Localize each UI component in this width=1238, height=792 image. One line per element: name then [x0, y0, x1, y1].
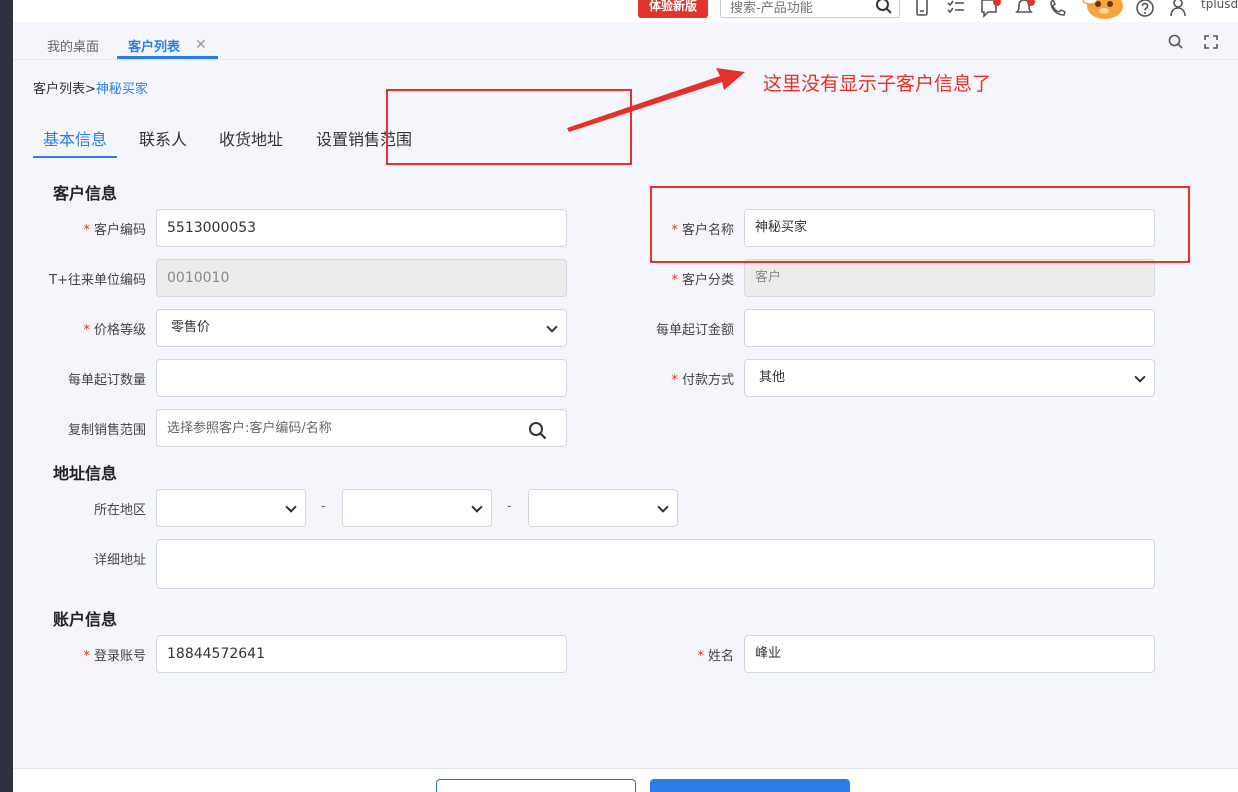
- tab-my-desktop[interactable]: 我的桌面: [47, 36, 99, 55]
- login-account-input[interactable]: 18844572641: [156, 635, 567, 673]
- breadcrumb-parent[interactable]: 客户列表>: [33, 82, 96, 97]
- payment-method-value: 其他: [759, 370, 786, 385]
- cancel-button[interactable]: [436, 779, 636, 792]
- customer-code-label: * 客户编码: [83, 223, 146, 238]
- breadcrumb-current: 神秘买家: [95, 82, 148, 97]
- customer-category-label: * 客户分类: [671, 273, 734, 288]
- section-address-info: 地址信息: [53, 464, 118, 483]
- phone-icon[interactable]: [1048, 0, 1068, 22]
- section-customer-info: 客户信息: [53, 184, 118, 203]
- fullscreen-icon[interactable]: [1203, 34, 1219, 54]
- district-select[interactable]: [528, 489, 678, 527]
- customer-code-input[interactable]: 5513000053: [156, 209, 567, 247]
- login-account-label: * 登录账号: [83, 649, 146, 664]
- province-select[interactable]: [156, 489, 306, 527]
- payment-method-select[interactable]: 其他: [744, 359, 1155, 397]
- notification-bell-icon[interactable]: [1013, 0, 1035, 22]
- copy-sales-scope-input[interactable]: 选择参照客户:客户编码/名称: [156, 409, 567, 447]
- person-name-input[interactable]: 峰业: [744, 635, 1155, 673]
- region-label: 所在地区: [93, 503, 146, 518]
- min-order-amount-input[interactable]: [744, 309, 1155, 347]
- person-name-label: * 姓名: [697, 649, 734, 664]
- payment-method-label: * 付款方式: [671, 373, 734, 388]
- active-tab-underline: [117, 56, 218, 59]
- message-icon[interactable]: [980, 0, 1002, 22]
- tplus-unit-code-input: 0010010: [156, 259, 567, 297]
- tab-close-icon[interactable]: ✕: [195, 37, 207, 53]
- username-label[interactable]: tplusd.: [1201, 0, 1238, 11]
- price-level-value: 零售价: [171, 320, 211, 335]
- customer-category-input: 客户: [744, 259, 1155, 297]
- annotation-box-customer-name: [650, 186, 1190, 263]
- price-level-select[interactable]: 零售价: [156, 309, 567, 347]
- help-icon[interactable]: [1135, 0, 1155, 22]
- search-icon[interactable]: [1168, 34, 1184, 54]
- breadcrumb: 客户列表>神秘买家: [33, 78, 148, 97]
- min-order-amount-label: 每单起订金额: [655, 323, 734, 338]
- region-separator: -: [507, 499, 512, 514]
- user-icon[interactable]: [1169, 0, 1187, 22]
- tplus-unit-code-label: T+往来单位编码: [49, 273, 146, 288]
- save-button[interactable]: [650, 779, 850, 792]
- product-search-box[interactable]: [720, 0, 900, 19]
- detail-address-textarea[interactable]: [156, 539, 1155, 589]
- subtab-contacts[interactable]: 联系人: [139, 126, 187, 150]
- subtab-basic-info[interactable]: 基本信息: [43, 126, 107, 150]
- chevron-down-icon: [657, 490, 669, 526]
- chevron-down-icon: [285, 490, 297, 526]
- active-subtab-underline: [33, 156, 117, 158]
- product-search-input[interactable]: [721, 0, 861, 19]
- search-icon[interactable]: [875, 0, 893, 19]
- mobile-icon[interactable]: [914, 0, 930, 22]
- page-tab-strip: 我的桌面 客户列表 ✕: [13, 30, 1238, 60]
- chevron-down-icon: [1134, 360, 1146, 396]
- tab-customer-list[interactable]: 客户列表: [128, 36, 180, 55]
- min-order-qty-label: 每单起订数量: [67, 373, 146, 388]
- footer-bar: [13, 768, 1238, 792]
- search-icon[interactable]: [528, 419, 548, 446]
- annotation-arrow: [567, 68, 745, 132]
- region-separator: -: [321, 499, 326, 514]
- min-order-qty-input[interactable]: [156, 359, 567, 397]
- try-new-version-button[interactable]: 体验新版: [638, 0, 708, 18]
- annotation-note: 这里没有显示子客户信息了: [763, 73, 992, 95]
- city-select[interactable]: [342, 489, 492, 527]
- copy-sales-scope-label: 复制销售范围: [67, 423, 146, 438]
- chevron-down-icon: [546, 310, 558, 346]
- top-bar: 体验新版 tplusd.: [13, 0, 1238, 22]
- section-account-info: 账户信息: [53, 610, 118, 629]
- copy-sales-scope-placeholder: 选择参照客户:客户编码/名称: [167, 421, 332, 436]
- mascot-avatar[interactable]: [1078, 0, 1128, 20]
- subtab-shipping-address[interactable]: 收货地址: [219, 126, 283, 150]
- task-list-icon[interactable]: [946, 0, 966, 22]
- left-sidebar: [0, 0, 13, 792]
- chevron-down-icon: [471, 490, 483, 526]
- detail-address-label: 详细地址: [93, 553, 146, 568]
- price-level-label: * 价格等级: [83, 323, 146, 338]
